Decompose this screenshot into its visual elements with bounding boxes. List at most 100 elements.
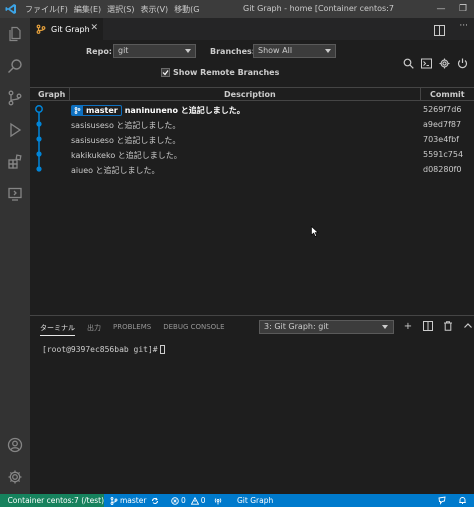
git-graph-status-label: Git Graph	[237, 496, 274, 505]
tab-label: Git Graph	[51, 24, 90, 34]
commit-hash: a9ed7f87	[423, 120, 462, 129]
menu-go[interactable]: 移動(G	[171, 4, 202, 15]
show-remote-branches-checkbox[interactable]	[161, 68, 170, 77]
error-icon	[171, 496, 179, 505]
menu-selection[interactable]: 選択(S)	[104, 4, 137, 15]
description-column-header: Description	[224, 90, 276, 99]
menu-file[interactable]: ファイル(F)	[22, 4, 71, 15]
tab-terminal[interactable]: ターミナル	[40, 323, 75, 336]
commit-message: sasisuseso と追記しました。	[71, 136, 181, 145]
close-icon[interactable]: ✕	[90, 23, 98, 33]
commit-message: aiueo と追記しました。	[71, 166, 160, 175]
branches-label: Branches:	[210, 47, 255, 56]
commit-message: naninuneno と追記しました。	[124, 106, 245, 115]
panel-tabs: ターミナル 出力 PROBLEMS DEBUG CONSOLE	[40, 323, 225, 336]
live-share-indicator[interactable]	[214, 494, 222, 507]
commit-hash: 703e4fbf	[423, 135, 459, 144]
repo-label: Repo:	[86, 47, 113, 56]
column-divider[interactable]	[420, 88, 421, 101]
graph-column-header: Graph	[38, 90, 66, 99]
tab-git-graph[interactable]: Git Graph ✕	[30, 18, 103, 40]
status-bar: Container centos:7 (/test) master 0 0 Gi…	[0, 494, 474, 507]
bottom-panel: ターミナル 出力 PROBLEMS DEBUG CONSOLE 3: Git G…	[30, 315, 474, 494]
commit-message: sasisuseso と追記しました。	[71, 121, 181, 130]
commit-row[interactable]: aiueo と追記しました。 d08280f0	[30, 162, 474, 177]
commit-row[interactable]: kakikukeko と追記しました。 5591c754	[30, 147, 474, 162]
git-graph-icon	[36, 24, 48, 34]
menu-bar: ファイル(F) 編集(E) 選択(S) 表示(V) 移動(G	[22, 4, 203, 15]
minimize-button[interactable]: —	[430, 0, 452, 18]
commit-table-header: Graph Description Commit	[30, 87, 474, 101]
tab-output[interactable]: 出力	[87, 323, 101, 336]
branch-label[interactable]: master	[71, 105, 122, 116]
notifications-indicator[interactable]	[458, 494, 467, 507]
window-controls: — ❐	[430, 0, 474, 18]
mouse-cursor-icon	[311, 226, 319, 237]
restore-button[interactable]: ❐	[452, 0, 474, 18]
repo-value: git	[118, 46, 129, 55]
column-divider[interactable]	[69, 88, 70, 101]
terminal-icon[interactable]	[420, 57, 432, 69]
show-remote-branches-label: Show Remote Branches	[173, 68, 280, 77]
chevron-up-icon[interactable]	[462, 320, 474, 332]
error-count: 0	[181, 496, 186, 505]
sync-indicator[interactable]	[151, 494, 159, 507]
menu-view[interactable]: 表示(V)	[137, 4, 171, 15]
new-terminal-icon[interactable]: +	[402, 320, 414, 332]
remote-icon	[4, 500, 5, 501]
branch-indicator[interactable]: master	[110, 494, 146, 507]
branch-icon	[110, 496, 118, 505]
git-graph-status-button[interactable]: Git Graph	[237, 494, 273, 507]
title-bar: ファイル(F) 編集(E) 選択(S) 表示(V) 移動(G Git Graph…	[0, 0, 474, 18]
run-debug-icon[interactable]	[5, 120, 25, 140]
extensions-icon[interactable]	[5, 152, 25, 172]
editor-actions: ···	[434, 21, 468, 40]
branches-dropdown[interactable]: Show All	[253, 44, 336, 58]
terminal-prompt: [root@9397ec856bab git]#	[42, 345, 158, 354]
window-title: Git Graph - home [Container centos:7 (/t…	[243, 4, 394, 13]
trash-icon[interactable]	[442, 320, 454, 332]
remote-indicator[interactable]: Container centos:7 (/test)	[0, 494, 104, 507]
broadcast-icon	[214, 497, 222, 504]
commit-hash: 5591c754	[423, 150, 464, 159]
repo-dropdown[interactable]: git	[113, 44, 196, 58]
chevron-down-icon	[185, 49, 191, 53]
warning-count: 0	[200, 496, 206, 505]
account-icon[interactable]	[5, 435, 25, 455]
tab-problems[interactable]: PROBLEMS	[113, 323, 151, 336]
source-control-icon[interactable]	[5, 88, 25, 108]
warning-icon	[190, 496, 199, 505]
feedback-indicator[interactable]	[438, 494, 447, 507]
explorer-icon[interactable]	[5, 24, 25, 44]
panel-actions: + ✕	[402, 320, 474, 332]
commit-row[interactable]: sasisuseso と追記しました。 a9ed7f87	[30, 117, 474, 132]
commit-message: kakikukeko と追記しました。	[71, 151, 182, 160]
find-icon[interactable]	[402, 57, 414, 69]
menu-edit[interactable]: 編集(E)	[71, 4, 104, 15]
search-icon[interactable]	[5, 56, 25, 76]
more-actions-icon[interactable]: ···	[459, 21, 468, 40]
split-editor-icon[interactable]	[434, 21, 446, 40]
refresh-icon[interactable]	[456, 57, 468, 69]
settings-icon[interactable]	[438, 57, 450, 69]
commit-description: master naninuneno と追記しました。	[71, 105, 245, 116]
git-graph-toolbar	[402, 57, 468, 69]
commit-row[interactable]: master naninuneno と追記しました。 5269f7d6	[30, 102, 474, 117]
checkmark-icon	[162, 70, 169, 76]
problems-indicator[interactable]: 0 0	[171, 494, 206, 507]
chevron-down-icon	[325, 49, 331, 53]
tab-debug-console[interactable]: DEBUG CONSOLE	[163, 323, 224, 336]
remote-explorer-icon[interactable]	[5, 184, 25, 204]
bell-icon	[459, 497, 466, 504]
commit-hash: 5269f7d6	[423, 105, 462, 114]
branch-icon	[72, 106, 83, 115]
terminal-selector[interactable]: 3: Git Graph: git	[259, 320, 394, 334]
terminal-output[interactable]: [root@9397ec856bab git]#	[42, 345, 165, 354]
feedback-icon	[438, 496, 446, 505]
commit-column-header: Commit	[430, 90, 465, 99]
remote-label: Container centos:7 (/test)	[7, 496, 104, 505]
settings-gear-icon[interactable]	[5, 467, 25, 487]
branches-value: Show All	[258, 46, 293, 55]
split-terminal-icon[interactable]	[422, 320, 434, 332]
commit-row[interactable]: sasisuseso と追記しました。 703e4fbf	[30, 132, 474, 147]
